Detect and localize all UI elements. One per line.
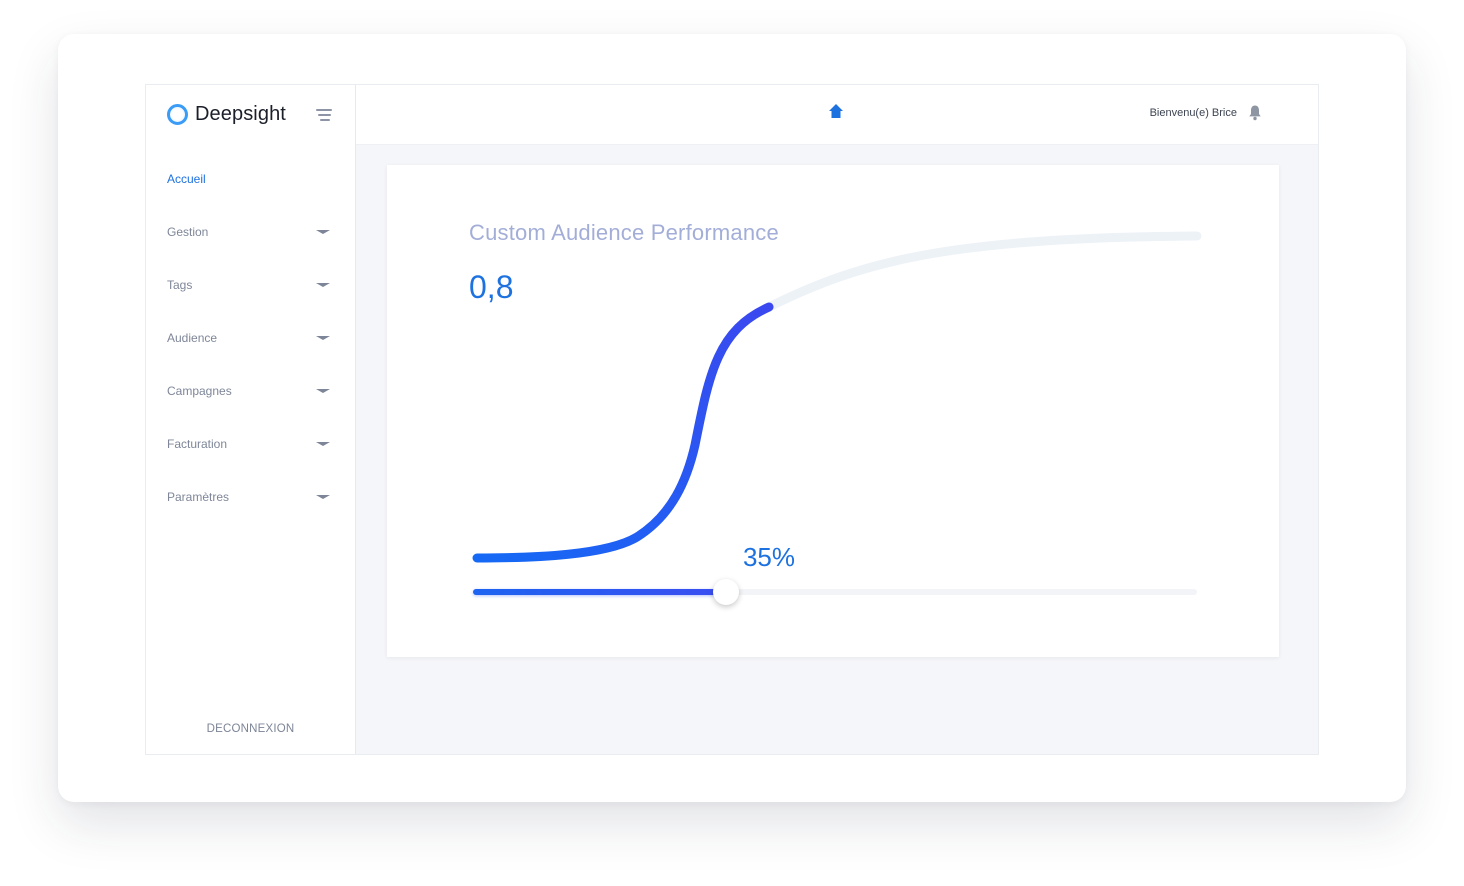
logo-icon [167, 103, 188, 125]
sidebar-item-label: Tags [167, 278, 193, 292]
sidebar-item-label: Accueil [167, 172, 206, 186]
brand[interactable]: Deepsight [167, 102, 286, 126]
sidebar-item-facturation[interactable]: Facturation [167, 437, 330, 490]
sidebar-item-label: Gestion [167, 225, 209, 239]
menu-toggle-icon[interactable] [316, 107, 332, 121]
sidebar: Deepsight Accueil Gestion Tags Audience [146, 85, 356, 754]
chevron-down-icon[interactable] [316, 230, 330, 234]
sidebar-nav: Accueil Gestion Tags Audience Campagnes … [167, 172, 330, 543]
performance-value: 0,8 [469, 269, 514, 305]
sidebar-item-label: Paramètres [167, 490, 230, 504]
brand-name: Deepsight [195, 102, 286, 125]
sidebar-item-label: Facturation [167, 437, 228, 451]
curve-remaining [764, 231, 1202, 312]
sidebar-item-label: Audience [167, 331, 218, 345]
slider-fill [473, 589, 727, 595]
slider-percent-label: 35% [742, 542, 796, 572]
welcome-text: Bienvenu(e) Brice [1149, 107, 1237, 119]
sidebar-item-accueil[interactable]: Accueil [167, 172, 330, 225]
top-bar: Bienvenu(e) Brice [356, 85, 1318, 145]
card-title: Custom Audience Performance [469, 220, 779, 245]
performance-card: Custom Audience Performance 0,8 35% [387, 165, 1279, 657]
sidebar-item-parametres[interactable]: Paramètres [167, 490, 330, 543]
sidebar-item-campagnes[interactable]: Campagnes [167, 384, 330, 437]
chevron-down-icon[interactable] [316, 442, 330, 446]
chevron-down-icon[interactable] [316, 495, 330, 499]
chevron-down-icon[interactable] [316, 389, 330, 393]
sidebar-item-audience[interactable]: Audience [167, 331, 330, 384]
home-icon[interactable] [828, 103, 844, 121]
sidebar-item-tags[interactable]: Tags [167, 278, 330, 331]
chevron-down-icon[interactable] [316, 283, 330, 287]
chevron-down-icon[interactable] [316, 336, 330, 340]
bell-icon[interactable] [1248, 104, 1262, 121]
app-window: Deepsight Accueil Gestion Tags Audience [145, 84, 1319, 755]
sidebar-item-label: Campagnes [167, 384, 232, 398]
logout-button[interactable]: DECONNEXION [146, 723, 355, 735]
performance-slider[interactable] [473, 579, 1197, 605]
sidebar-item-gestion[interactable]: Gestion [167, 225, 330, 278]
curve-active [472, 302, 774, 563]
